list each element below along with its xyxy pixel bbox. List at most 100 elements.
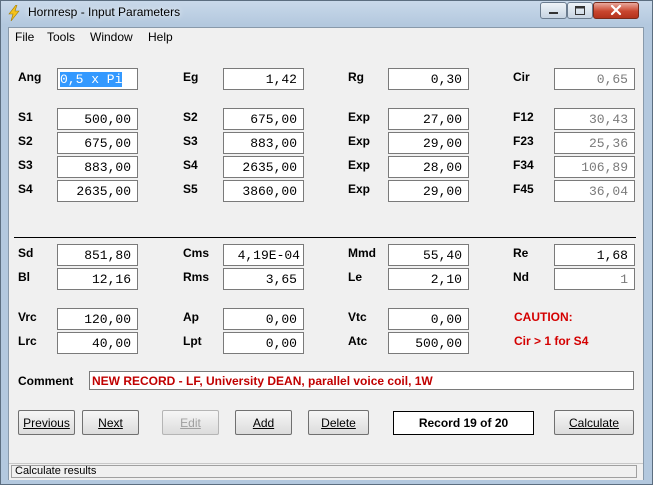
param-field-cir: 0,65 (554, 68, 635, 90)
param-field-lpt[interactable]: 0,00 (223, 332, 304, 354)
next-button[interactable]: Next (82, 410, 139, 435)
param-label: Vrc (18, 310, 37, 324)
param-label: Rg (348, 70, 364, 84)
delete-button-label: Delete (321, 416, 356, 430)
param-field-bl[interactable]: 12,16 (57, 268, 138, 290)
param-field-exp3[interactable]: 28,00 (388, 156, 469, 178)
param-field-s4[interactable]: 2635,00 (223, 156, 304, 178)
minimize-button[interactable] (540, 2, 567, 19)
calculate-button[interactable]: Calculate (554, 410, 634, 435)
param-field-exp1[interactable]: 27,00 (388, 108, 469, 130)
lightning-icon (8, 5, 20, 21)
param-label: F12 (513, 110, 534, 124)
param-field-vrc[interactable]: 120,00 (57, 308, 138, 330)
param-label: Eg (183, 70, 199, 84)
param-field-s3[interactable]: 883,00 (223, 132, 304, 154)
param-label: Atc (348, 334, 368, 348)
param-field-atc[interactable]: 500,00 (388, 332, 469, 354)
selected-text: 0,5 x Pi (60, 72, 123, 87)
param-field-rg[interactable]: 0,30 (388, 68, 469, 90)
param-label: Rms (183, 270, 210, 284)
menu-tools[interactable]: Tools (47, 30, 75, 44)
maximize-icon (575, 6, 585, 15)
comment-label: Comment (18, 374, 74, 388)
param-field-sd[interactable]: 851,80 (57, 244, 138, 266)
param-label: Exp (348, 158, 371, 172)
param-label: S3 (18, 158, 33, 172)
param-field-vtc[interactable]: 0,00 (388, 308, 469, 330)
window-title: Hornresp - Input Parameters (28, 5, 181, 19)
param-field-f34: 106,89 (554, 156, 635, 178)
menu-bar: File Tools Window Help (9, 28, 643, 47)
param-field-ang[interactable]: 0,5 x Pi (57, 68, 138, 90)
menu-help[interactable]: Help (148, 30, 173, 44)
param-label: Lpt (183, 334, 202, 348)
param-field-nd: 1 (554, 268, 635, 290)
app-window: Hornresp - Input Parameters File Tools W… (0, 0, 653, 485)
param-field-exp2[interactable]: 29,00 (388, 132, 469, 154)
param-field-s4b[interactable]: 2635,00 (57, 180, 138, 202)
param-field-exp4[interactable]: 29,00 (388, 180, 469, 202)
param-label: S1 (18, 110, 33, 124)
param-label: F45 (513, 182, 534, 196)
add-button-label: Add (252, 416, 275, 430)
param-label: Bl (18, 270, 30, 284)
param-label: S4 (183, 158, 198, 172)
param-field-f45: 36,04 (554, 180, 635, 202)
param-field-eg[interactable]: 1,42 (223, 68, 304, 90)
menu-file[interactable]: File (15, 30, 34, 44)
param-field-le[interactable]: 2,10 (388, 268, 469, 290)
calculate-button-label: Calculate (568, 416, 620, 430)
delete-button[interactable]: Delete (308, 410, 369, 435)
param-label: Re (513, 246, 529, 260)
param-field-lrc[interactable]: 40,00 (57, 332, 138, 354)
record-indicator: Record 19 of 20 (393, 411, 534, 435)
param-label: Nd (513, 270, 529, 284)
param-label: F34 (513, 158, 534, 172)
param-field-s5[interactable]: 3860,00 (223, 180, 304, 202)
param-field-f12: 30,43 (554, 108, 635, 130)
param-label: S5 (183, 182, 198, 196)
param-label: Lrc (18, 334, 37, 348)
param-label: Mmd (348, 246, 376, 260)
param-field-s1[interactable]: 500,00 (57, 108, 138, 130)
param-field-re[interactable]: 1,68 (554, 244, 635, 266)
comment-field[interactable]: NEW RECORD - LF, University DEAN, parall… (89, 371, 634, 390)
add-button[interactable]: Add (235, 410, 292, 435)
param-label: F23 (513, 134, 534, 148)
param-label: Ap (183, 310, 199, 324)
previous-button-label: Previous (23, 416, 70, 430)
param-label: S2 (183, 110, 198, 124)
close-icon (610, 4, 622, 16)
param-field-f23: 25,36 (554, 132, 635, 154)
param-field-mmd[interactable]: 55,40 (388, 244, 469, 266)
param-label: Cir (513, 70, 530, 84)
minimize-icon (549, 12, 558, 14)
param-label: S2 (18, 134, 33, 148)
param-field-ap[interactable]: 0,00 (223, 308, 304, 330)
param-label: Exp (348, 134, 371, 148)
client-area: File Tools Window Help Ang 0,5 x Pi Eg 1… (8, 27, 644, 480)
caution-message: Cir > 1 for S4 (514, 334, 589, 348)
divider (14, 237, 636, 238)
param-label: Ang (18, 70, 42, 84)
input-parameters-panel: Ang 0,5 x Pi Eg 1,42 Rg 0,30 Cir 0,65 S1… (9, 47, 643, 463)
title-bar: Hornresp - Input Parameters (1, 1, 652, 25)
param-field-s2b[interactable]: 675,00 (57, 132, 138, 154)
param-label: Vtc (348, 310, 367, 324)
previous-button[interactable]: Previous (18, 410, 75, 435)
param-field-cms[interactable]: 4,19E-04 (223, 244, 304, 266)
param-field-s3b[interactable]: 883,00 (57, 156, 138, 178)
status-text: Calculate results (11, 465, 637, 478)
menu-window[interactable]: Window (90, 30, 133, 44)
param-label: Cms (183, 246, 210, 260)
param-label: Exp (348, 182, 371, 196)
edit-button-label: Edit (180, 416, 201, 430)
param-label: S3 (183, 134, 198, 148)
param-label: Sd (18, 246, 34, 260)
close-button[interactable] (593, 2, 639, 19)
edit-button: Edit (162, 410, 219, 435)
maximize-button[interactable] (567, 2, 593, 19)
param-field-s2[interactable]: 675,00 (223, 108, 304, 130)
param-field-rms[interactable]: 3,65 (223, 268, 304, 290)
